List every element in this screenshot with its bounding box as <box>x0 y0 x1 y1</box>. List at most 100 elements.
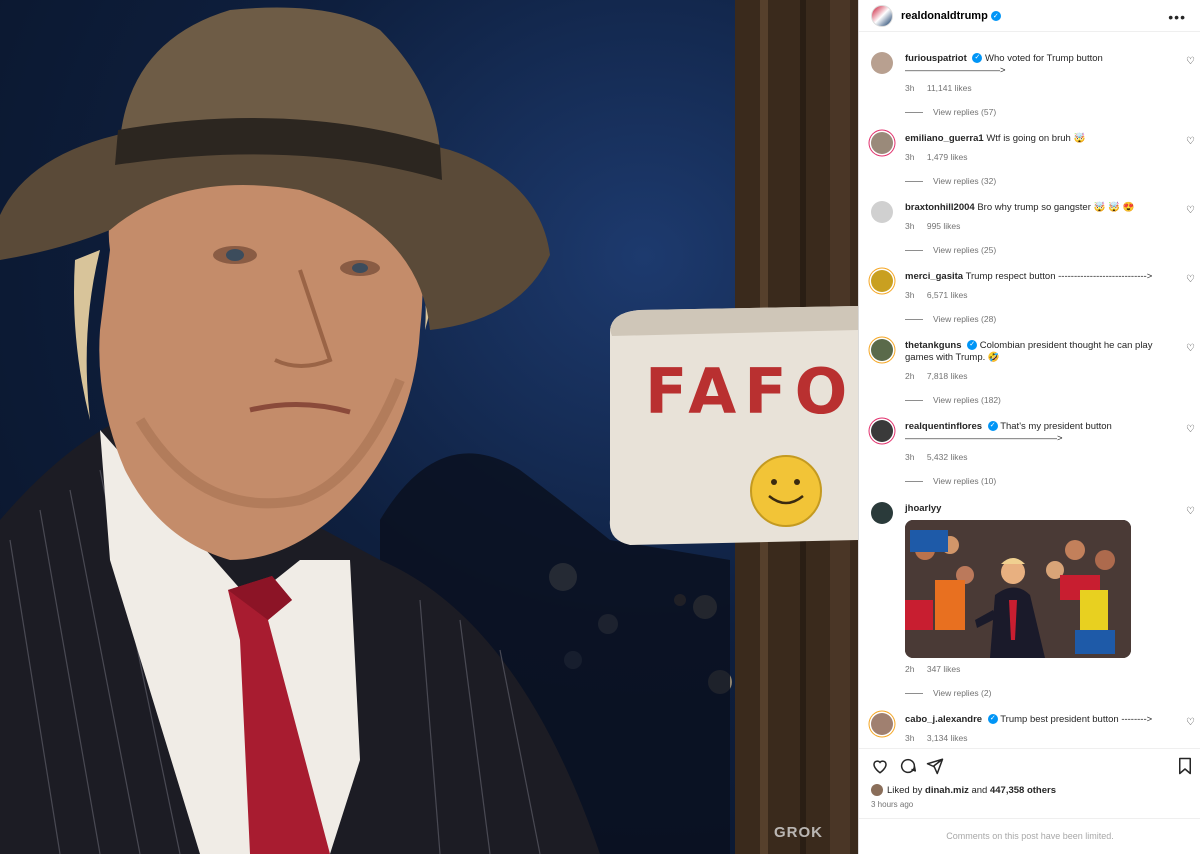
bookmark-icon[interactable] <box>1177 757 1193 780</box>
comment-text: That's my president button <box>1000 421 1112 432</box>
heart-icon[interactable] <box>871 757 889 780</box>
replies-divider <box>905 399 923 401</box>
comments-limited-notice: Comments on this post have been limited. <box>859 818 1200 854</box>
comment-time: 3h <box>905 290 915 300</box>
comment-likes[interactable]: 6,571 likes <box>927 290 968 300</box>
view-replies-label: View replies (10) <box>933 476 997 486</box>
comment-body: realquentinflores ✓ That's my president … <box>905 421 1175 445</box>
heart-icon[interactable]: ♡ <box>1186 424 1195 435</box>
comment-likes[interactable]: 347 likes <box>927 664 961 674</box>
comment-time: 3h <box>905 152 915 162</box>
comment-likes[interactable]: 995 likes <box>927 221 961 231</box>
comment-body: emiliano_guerra1 Wtf is going on bruh 🤯 <box>905 133 1175 145</box>
comment-time: 2h <box>905 664 915 674</box>
verified-badge-icon: ✓ <box>987 421 998 432</box>
comment-likes[interactable]: 3,134 likes <box>927 733 968 743</box>
verified-badge-icon: ✓ <box>967 340 978 351</box>
comment-username[interactable]: emiliano_guerra1 <box>905 133 984 144</box>
comment-time: 3h <box>905 733 915 743</box>
commenter-avatar[interactable] <box>871 502 893 524</box>
author-avatar[interactable] <box>871 4 893 27</box>
view-replies-label: View replies (2) <box>933 688 992 698</box>
heart-icon[interactable]: ♡ <box>1186 56 1195 67</box>
view-replies-button[interactable]: View replies (2) <box>905 688 991 698</box>
comment-likes[interactable]: 11,141 likes <box>927 83 972 93</box>
commenter-avatar[interactable] <box>871 713 893 735</box>
comment-body: jhoarlyy <box>905 503 1175 515</box>
replies-divider <box>905 318 923 320</box>
comment-text: Trump best president button --------> <box>1000 714 1153 725</box>
heart-icon[interactable]: ♡ <box>1186 717 1195 728</box>
heart-icon[interactable]: ♡ <box>1186 343 1195 354</box>
comment-likes[interactable]: 1,479 likes <box>927 152 968 162</box>
liked-by: Liked by dinah.miz and 447,358 others <box>871 784 1056 796</box>
comment-text: Trump respect button -------------------… <box>965 271 1153 282</box>
commenter-avatar[interactable] <box>871 270 893 292</box>
view-replies-button[interactable]: View replies (25) <box>905 245 996 255</box>
heart-icon[interactable]: ♡ <box>1186 274 1195 285</box>
comment-likes[interactable]: 5,432 likes <box>927 452 968 462</box>
replies-divider <box>905 692 923 694</box>
gif-illustration <box>905 520 1131 658</box>
comment-username[interactable]: braxtonhill2004 <box>905 202 975 213</box>
view-replies-button[interactable]: View replies (182) <box>905 395 1001 405</box>
commenter-avatar[interactable] <box>871 420 893 442</box>
grok-watermark: GROK <box>774 824 823 841</box>
comments-panel: realdonaldtrump ✓ ••• furiouspatriot ✓ W… <box>858 0 1200 854</box>
view-replies-label: View replies (25) <box>933 245 997 255</box>
comment-body: braxtonhill2004 Bro why trump so gangste… <box>905 202 1175 214</box>
post-image[interactable]: FAFO GROK <box>0 0 858 854</box>
liked-by-user[interactable]: dinah.miz <box>925 785 969 796</box>
replies-divider <box>905 111 923 113</box>
comment-username[interactable]: realquentinflores <box>905 421 982 432</box>
comment-gif[interactable] <box>905 520 1131 658</box>
view-replies-button[interactable]: View replies (57) <box>905 107 996 117</box>
comment-username[interactable]: furiouspatriot <box>905 53 967 64</box>
comment-meta: 3h 5,432 likes <box>905 452 967 462</box>
view-replies-button[interactable]: View replies (10) <box>905 476 996 486</box>
verified-badge-icon: ✓ <box>990 10 1001 21</box>
heart-icon[interactable]: ♡ <box>1186 205 1195 216</box>
view-replies-label: View replies (182) <box>933 395 1001 405</box>
author-username[interactable]: realdonaldtrump <box>901 10 988 22</box>
comment-text-line2: ——————————> <box>905 65 1006 76</box>
comment-meta: 2h 7,818 likes <box>905 371 967 381</box>
comment-text: Who voted for Trump button <box>985 53 1103 64</box>
sign-text: FAFO <box>645 355 856 428</box>
view-replies-button[interactable]: View replies (28) <box>905 314 996 324</box>
comment-body: cabo_j.alexandre ✓ Trump best president … <box>905 714 1175 726</box>
commenter-avatar[interactable] <box>871 339 893 361</box>
verified-badge-icon: ✓ <box>987 714 998 725</box>
comment-time: 3h <box>905 83 915 93</box>
liked-by-and: and <box>971 784 988 796</box>
comment-likes[interactable]: 7,818 likes <box>927 371 968 381</box>
send-icon[interactable] <box>926 757 944 780</box>
more-options-icon[interactable]: ••• <box>1168 9 1186 25</box>
view-replies-label: View replies (28) <box>933 314 997 324</box>
comment-icon[interactable] <box>899 757 917 780</box>
comment-meta: 3h 11,141 likes <box>905 83 972 93</box>
replies-divider <box>905 249 923 251</box>
heart-icon[interactable]: ♡ <box>1186 506 1195 517</box>
replies-divider <box>905 480 923 482</box>
post-header: realdonaldtrump ✓ ••• <box>859 0 1200 32</box>
comment-body: thetankguns ✓ Colombian president though… <box>905 340 1175 364</box>
comment-meta: 3h 3,134 likes <box>905 733 967 743</box>
post-actions-bar <box>859 748 1200 782</box>
comment-username[interactable]: jhoarlyy <box>905 503 941 514</box>
post-timestamp[interactable]: 3 hours ago <box>871 800 913 809</box>
view-replies-label: View replies (32) <box>933 176 997 186</box>
comment-username[interactable]: thetankguns <box>905 340 961 351</box>
liked-by-others[interactable]: 447,358 others <box>990 785 1056 796</box>
comment-meta: 3h 6,571 likes <box>905 290 967 300</box>
view-replies-button[interactable]: View replies (32) <box>905 176 996 186</box>
commenter-avatar[interactable] <box>871 201 893 223</box>
commenter-avatar[interactable] <box>871 132 893 154</box>
comment-time: 3h <box>905 452 915 462</box>
verified-badge-icon: ✓ <box>972 53 983 64</box>
commenter-avatar[interactable] <box>871 52 893 74</box>
comment-username[interactable]: merci_gasita <box>905 271 963 282</box>
heart-icon[interactable]: ♡ <box>1186 136 1195 147</box>
comment-username[interactable]: cabo_j.alexandre <box>905 714 982 725</box>
comment-meta: 3h 1,479 likes <box>905 152 967 162</box>
